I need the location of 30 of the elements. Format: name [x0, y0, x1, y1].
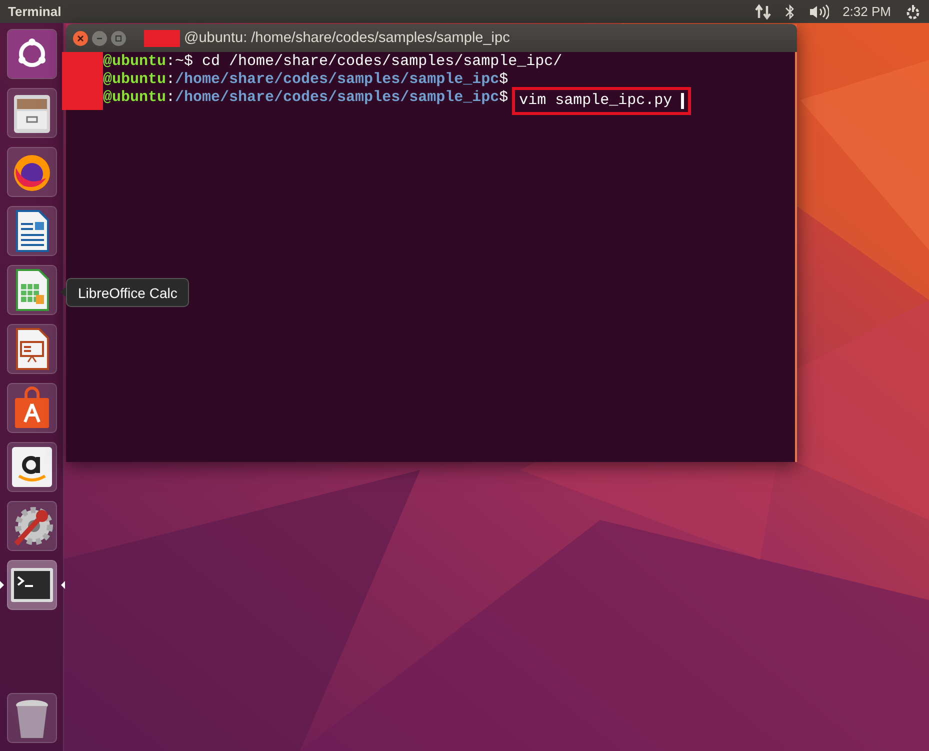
- launcher-item[interactable]: [6, 560, 56, 610]
- close-button[interactable]: [73, 30, 88, 46]
- power-gear-icon[interactable]: [905, 4, 921, 20]
- terminal-prompt: @ubuntu:~$: [103, 53, 194, 71]
- terminal-prompt: @ubuntu:/home/share/codes/samples/sample_ipc$: [103, 71, 508, 89]
- launcher-item[interactable]: [6, 442, 56, 492]
- launcher-item[interactable]: [6, 324, 56, 374]
- window-title: @ubuntu: /home/share/codes/samples/sample_ipc: [184, 30, 510, 46]
- maximize-button[interactable]: [111, 30, 126, 46]
- network-icon[interactable]: [754, 4, 771, 20]
- clock[interactable]: 2:32 PM: [842, 4, 891, 19]
- close-icon: [77, 34, 84, 42]
- ubuntu-logo-icon: [8, 30, 56, 78]
- tooltip: LibreOffice Calc: [66, 278, 190, 307]
- launcher-item[interactable]: [6, 29, 56, 79]
- launcher-item[interactable]: [6, 206, 56, 256]
- launcher-item[interactable]: [6, 693, 56, 743]
- maximize-icon: [115, 34, 122, 42]
- minimize-button[interactable]: [92, 30, 107, 46]
- terminal-command: cd /home/share/codes/samples/sample_ipc/: [202, 53, 562, 71]
- launcher-item[interactable]: [6, 383, 56, 433]
- app-name: Terminal: [8, 4, 62, 19]
- highlighted-command: vim sample_ipc.py: [512, 87, 692, 115]
- volume-icon[interactable]: [808, 4, 829, 20]
- launcher-item[interactable]: [6, 265, 56, 315]
- redaction-block: [144, 30, 180, 46]
- terminal-prompt: @ubuntu:/home/share/codes/samples/sample_ipc$: [103, 89, 508, 107]
- bluetooth-icon[interactable]: [784, 4, 795, 20]
- redaction-block: [62, 52, 103, 110]
- launcher-item[interactable]: [6, 88, 56, 138]
